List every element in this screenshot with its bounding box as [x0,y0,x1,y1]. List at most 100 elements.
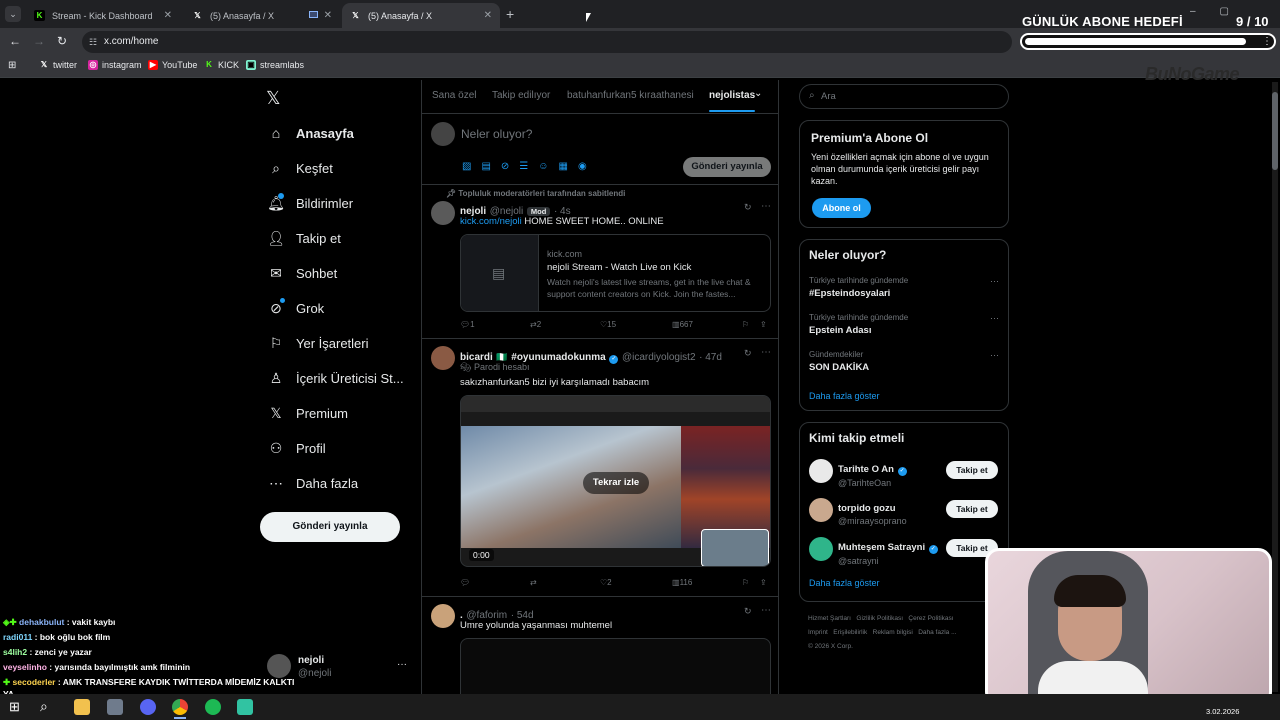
tweet-more-icon[interactable]: ⋯ [761,347,771,358]
bookmark-action[interactable]: ⚐ [742,578,749,587]
footer-link[interactable]: Hizmet Şartları [808,615,851,622]
follow-avatar[interactable] [809,537,833,561]
location-icon[interactable]: ◉ [578,161,597,172]
bookmark-youtube[interactable]: ▶ YouTube [148,60,197,70]
new-tab-button[interactable]: + [506,6,514,22]
post-button[interactable]: Gönderi yayınla [260,512,400,542]
trend-item[interactable]: Türkiye tarihinde gündemde #Epsteindosya… [809,276,999,299]
tweet-video[interactable]: Tekrar izle 0:00 [460,395,771,567]
follow-avatar[interactable] [809,459,833,483]
repost-action[interactable]: ⇄ [530,578,537,587]
follow-show-more[interactable]: Daha fazla göster [809,578,880,588]
footer-link[interactable]: Çerez Politikası [908,615,953,622]
tweet-link[interactable]: kick.com/nejoli [460,216,522,227]
nav-grok[interactable]: ⊘ Grok [268,300,324,316]
trend-item[interactable]: Gündemdekiler SON DAKİKA ⋯ [809,350,999,373]
bookmark-instagram[interactable]: ◎ instagram [88,60,142,70]
like-action[interactable]: ♡ 15 [600,320,616,329]
trend-item[interactable]: Türkiye tarihinde gündemde Epstein Adası… [809,313,999,336]
follow-avatar[interactable] [809,498,833,522]
nav-profile[interactable]: ⚇ Profil [268,440,326,456]
share-action[interactable]: ⇪ [760,320,767,329]
grok-icon[interactable]: ↻ [744,348,752,359]
follow-user[interactable]: Muhteşem Satrayni ✓ @satrayni [838,538,938,566]
tweet-time[interactable]: · 47d [699,352,722,363]
nav-explore[interactable]: ⌕ Keşfet [268,160,333,176]
close-tab-icon[interactable]: ✕ [164,10,172,21]
discord-icon[interactable] [140,699,156,715]
follow-button[interactable]: Takip et [946,500,998,518]
scrollbar-thumb[interactable] [1272,92,1278,170]
share-action[interactable]: ⇪ [760,578,767,587]
bookmark-kick[interactable]: K KICK [204,60,239,70]
composer-post-button[interactable]: Gönderi yayınla [683,157,771,177]
image-icon[interactable]: ▨ [462,161,481,172]
footer-link[interactable]: Gizlilik Politikası [856,615,903,622]
search-box[interactable]: ⌕ Ara [799,84,1009,109]
site-info-icon[interactable]: ☷ [89,31,97,53]
reply-action[interactable]: 💬︎ 1 [460,320,475,329]
chrome-icon[interactable] [172,699,188,715]
composer-input[interactable]: Neler oluyor? [461,127,532,141]
file-explorer-icon[interactable] [74,699,90,715]
tab-nejolistas[interactable]: nejolistas [709,90,755,101]
link-card[interactable]: ▤ kick.com nejoli Stream - Watch Live on… [460,234,771,312]
nav-home[interactable]: ⌂ Anasayfa [268,125,354,141]
replay-button[interactable]: Tekrar izle [583,472,649,494]
grok-icon[interactable]: ↻ [744,202,752,213]
close-tab-icon[interactable]: ✕ [484,10,492,21]
account-avatar[interactable] [267,654,291,678]
windows-start-icon[interactable]: ⊞ [9,699,20,715]
nav-premium[interactable]: 𝕏 Premium [268,405,348,421]
tab-for-you[interactable]: Sana özel [432,90,476,101]
grok-icon[interactable]: ↻ [744,606,752,617]
emoji-icon[interactable]: ☺ [538,161,558,172]
page-scrollbar[interactable] [1272,82,1278,692]
account-more-icon[interactable]: ··· [397,659,407,670]
schedule-icon[interactable]: ▦ [558,161,577,172]
tweet-more-icon[interactable]: ⋯ [761,201,771,212]
grok-icon[interactable]: ⊘ [501,161,519,172]
back-icon[interactable]: ← [9,34,21,48]
more-options-icon[interactable]: ⋮ [1262,36,1272,47]
nav-bookmarks[interactable]: ⚐ Yer İşaretleri [268,335,369,351]
footer-link[interactable]: Reklam bilgisi [873,629,913,636]
gif-icon[interactable]: ▤ [481,161,500,172]
chevron-down-icon[interactable]: ⌄ [754,88,762,99]
browser-tab-x-2[interactable]: 𝕏 (5) Anasayfa / X ✕ [342,3,500,28]
forward-icon[interactable]: → [33,34,45,48]
footer-link[interactable]: Daha fazla ... [918,629,956,636]
tweet-avatar[interactable] [431,604,455,628]
follow-user[interactable]: Tarihte O An ✓ @TarihteOan [838,460,907,488]
nav-chat[interactable]: ✉ Sohbet [268,265,337,281]
trend-more-icon[interactable]: ⋯ [990,276,999,287]
trend-more-icon[interactable]: ⋯ [990,313,999,324]
repost-action[interactable]: ⇄ 2 [530,320,541,329]
trend-more-icon[interactable]: ⋯ [990,350,999,361]
tab-search-icon[interactable]: ⌄ [5,6,21,22]
tab-community[interactable]: batuhanfurkan5 kıraathanesi [567,90,694,101]
tweet-avatar[interactable] [431,201,455,225]
footer-link[interactable]: Erişilebilirlik [833,629,867,636]
nav-follow[interactable]: 👤︎ Takip et [267,230,341,246]
reload-icon[interactable]: ↻ [57,34,67,48]
subscribe-button[interactable]: Abone ol [812,198,871,218]
poll-icon[interactable]: ☰ [519,161,538,172]
tab-following[interactable]: Takip edilıyor [492,90,550,101]
tweet-avatar[interactable] [431,346,455,370]
browser-tab-x-1[interactable]: 𝕏 (5) Anasayfa / X ✕ [184,3,340,28]
bookmark-action[interactable]: ⚐ [742,320,749,329]
views-action[interactable]: ▥ 667 [672,320,693,329]
reply-action[interactable]: 💬︎ [460,578,470,587]
taskbar-search-icon[interactable]: ⌕ [40,698,48,715]
close-tab-icon[interactable]: ✕ [324,10,332,21]
nav-creator-studio[interactable]: ♙ İçerik Üreticisi St... [268,370,404,386]
bookmark-twitter[interactable]: 𝕏twitter [39,60,77,70]
footer-link[interactable]: Imprint [808,629,828,636]
follow-user[interactable]: torpido gozu @miraaysoprano [838,499,907,526]
tweet-more-icon[interactable]: ⋯ [761,605,771,616]
like-action[interactable]: ♡ 2 [600,578,612,587]
taskbar-app-icon[interactable] [107,699,123,715]
address-bar[interactable]: ☷ x.com/home [82,31,1012,53]
spotify-icon[interactable] [205,699,221,715]
